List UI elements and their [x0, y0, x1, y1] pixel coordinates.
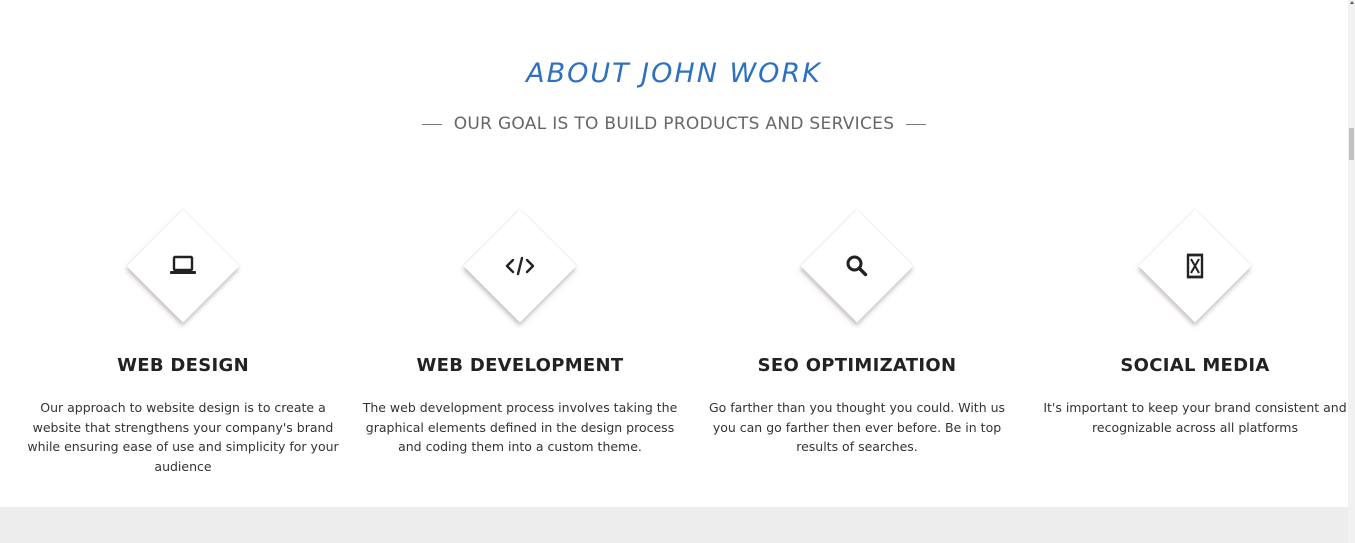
services-row: WEB DESIGN Our approach to website desig… — [0, 209, 1348, 474]
service-description: The web development process involves tak… — [362, 400, 678, 454]
service-seo-optimization: SEO OPTIMIZATION Go farther than you tho… — [697, 209, 1017, 457]
icon-diamond — [126, 209, 240, 323]
service-social-media: SOCIAL MEDIA It's important to keep your… — [1035, 209, 1355, 437]
service-title: WEB DESIGN — [117, 355, 249, 376]
scroll-up-arrow-icon[interactable] — [1350, 1, 1354, 4]
service-title: WEB DEVELOPMENT — [416, 355, 624, 376]
service-description: It's important to keep your brand consis… — [1043, 400, 1347, 435]
hourglass-icon — [1139, 210, 1251, 322]
service-description: Our approach to website design is to cre… — [27, 400, 339, 474]
service-web-design: WEB DESIGN Our approach to website desig… — [23, 209, 343, 476]
icon-diamond — [1138, 209, 1252, 323]
section-title: ABOUT JOHN WORK — [526, 58, 822, 89]
icon-diamond — [463, 209, 577, 323]
search-icon — [801, 210, 913, 322]
subtitle-text: OUR GOAL IS TO BUILD PRODUCTS AND SERVIC… — [453, 114, 895, 134]
code-icon — [464, 210, 576, 322]
service-description: Go farther than you thought you could. W… — [708, 400, 1006, 454]
next-section-band — [0, 507, 1348, 543]
scrollbar-thumb[interactable] — [1349, 128, 1354, 160]
about-section: ABOUT JOHN WORK OUR GOAL IS TO BUILD PRO… — [0, 0, 1348, 543]
service-title: SOCIAL MEDIA — [1120, 355, 1270, 376]
subtitle-dash-right — [906, 123, 927, 125]
laptop-icon — [127, 210, 239, 322]
service-title: SEO OPTIMIZATION — [757, 355, 957, 376]
icon-diamond — [800, 209, 914, 323]
section-subtitle: OUR GOAL IS TO BUILD PRODUCTS AND SERVIC… — [0, 112, 1348, 136]
scrollbar[interactable] — [1348, 0, 1355, 543]
service-web-development: WEB DEVELOPMENT The web development proc… — [360, 209, 680, 457]
subtitle-dash-left — [421, 123, 442, 125]
